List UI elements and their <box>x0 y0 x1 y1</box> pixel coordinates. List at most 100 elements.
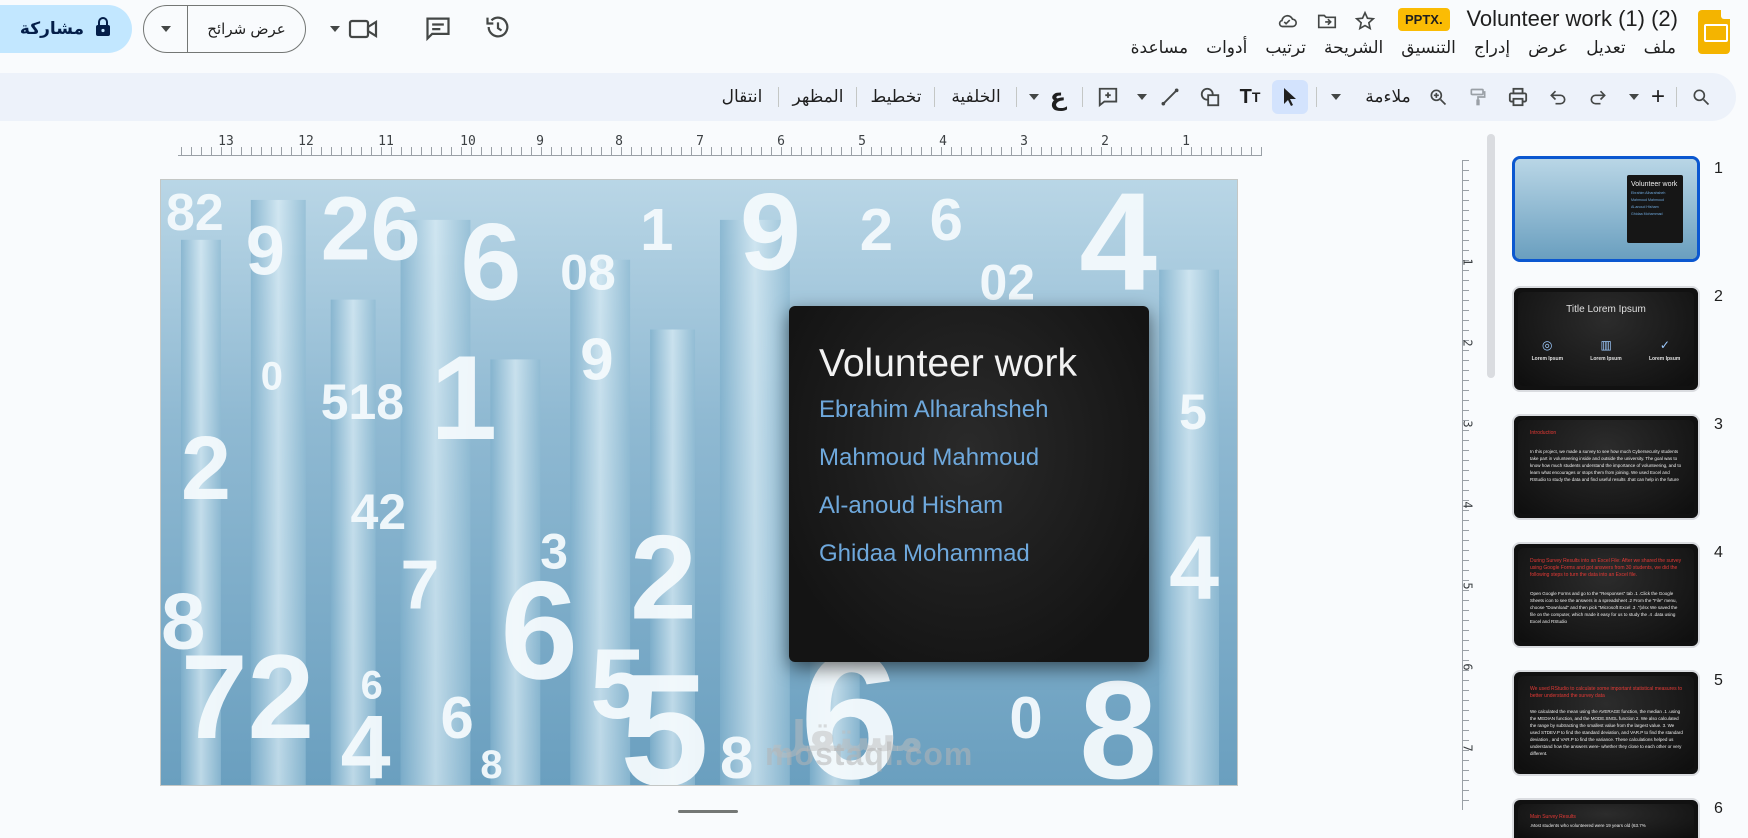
thumb-name: Ebrahim Alharahsheh <box>1631 191 1666 195</box>
menu-insert[interactable]: إدراج <box>1474 38 1510 58</box>
ruler-number: 11 <box>378 134 394 149</box>
horizontal-ruler[interactable]: 1 2 3 4 5 6 7 8 9 10 11 12 13 <box>178 134 1262 156</box>
ruler-number: 5 <box>858 134 866 149</box>
layout-button[interactable]: تخطيط <box>866 83 926 111</box>
insert-comment-icon[interactable] <box>1094 83 1122 111</box>
checkmark-icon: ✓ <box>1659 338 1670 352</box>
ruler-number: 7 <box>1460 744 1475 752</box>
slide-thumbnail-4[interactable]: During Survey Results into an Excel File… <box>1512 542 1700 648</box>
menu-file[interactable]: ملف <box>1644 38 1676 58</box>
svg-text:2: 2 <box>860 196 893 263</box>
ruler-number: 3 <box>1460 420 1475 428</box>
toolbar: + ملاءمة TT ع الخلفية تخطيط المظهر انتقا… <box>0 73 1736 121</box>
slide-number: 4 <box>1714 544 1723 561</box>
slide-name-1[interactable]: Ebrahim Alharahsheh <box>819 396 1119 424</box>
svg-text:2: 2 <box>181 419 231 519</box>
video-call-button[interactable] <box>330 12 386 46</box>
share-label: مشاركة <box>19 19 85 38</box>
svg-text:6: 6 <box>500 552 578 708</box>
input-tools-icon[interactable]: ع <box>1044 83 1072 111</box>
thumb-heading: During Survey Results into an Excel File… <box>1530 558 1682 578</box>
menu-bar: ملف تعديل عرض إدراج التنسيق الشريحة ترتي… <box>1131 38 1676 58</box>
search-menus-icon[interactable] <box>1688 83 1714 111</box>
svg-text:5: 5 <box>620 641 709 785</box>
svg-text:0: 0 <box>261 354 283 398</box>
cloud-saved-icon[interactable] <box>1274 8 1300 34</box>
slide-name-4[interactable]: Ghidaa Mohammad <box>819 540 1119 568</box>
slide-name-3[interactable]: Al-anoud Hisham <box>819 492 1119 520</box>
print-icon[interactable] <box>1504 83 1532 111</box>
current-slide[interactable]: 82 9 26 6 08 1 9 2 6 4 02 0 518 1 9 2 42… <box>160 179 1238 786</box>
filmstrip-scrollbar[interactable] <box>1487 134 1495 378</box>
slide-number: 3 <box>1714 416 1723 433</box>
thumb-title: Volunteer work <box>1631 181 1678 188</box>
new-slide-plus-icon[interactable]: + <box>1646 83 1670 111</box>
thumb-label: Lorem Ipsum <box>1648 356 1681 362</box>
line-icon[interactable] <box>1156 83 1184 111</box>
select-tool-icon[interactable] <box>1272 80 1308 114</box>
version-history-icon[interactable] <box>484 13 514 43</box>
thumb-name: Al-anoud Hisham <box>1631 205 1659 209</box>
slide-thumbnail-2[interactable]: Title Lorem Ipsum ◎ ▥ ✓ Lorem Ipsum Lore… <box>1512 286 1700 392</box>
zoom-icon[interactable] <box>1424 83 1452 111</box>
zoom-dropdown-icon[interactable] <box>1328 83 1344 111</box>
undo-icon[interactable] <box>1544 83 1572 111</box>
svg-text:8: 8 <box>480 743 502 785</box>
zoom-fit-select[interactable]: ملاءمة <box>1360 83 1416 111</box>
slideshow-button-group: عرض شرائح <box>143 5 306 53</box>
paint-format-icon[interactable] <box>1464 83 1492 111</box>
new-slide-dropdown-icon[interactable] <box>1626 83 1642 111</box>
svg-text:1: 1 <box>430 332 497 465</box>
thumb-label: Lorem Ipsum <box>1590 356 1622 362</box>
share-button[interactable]: مشاركة <box>0 5 132 53</box>
slide-thumbnail-6[interactable]: Main Survey Results .Most students who v… <box>1512 798 1700 838</box>
svg-text:42: 42 <box>351 484 407 540</box>
input-tools-dropdown-icon[interactable] <box>1026 83 1042 111</box>
slide-thumbnail-1[interactable]: Volunteer work Ebrahim Alharahsheh Mahmo… <box>1512 156 1700 262</box>
slideshow-dropdown-button[interactable] <box>144 6 188 52</box>
text-box-icon[interactable]: TT <box>1236 83 1264 111</box>
svg-text:02: 02 <box>979 255 1035 311</box>
theme-button[interactable]: المظهر <box>788 83 848 111</box>
slide-thumbnail-5[interactable]: We used RStudio to calculate some import… <box>1512 670 1700 776</box>
thumb-body: .Most students who volunteered were 19 y… <box>1530 823 1646 828</box>
video-camera-icon <box>348 19 378 39</box>
speaker-notes-resize-handle[interactable] <box>678 810 738 813</box>
svg-text:6: 6 <box>440 684 473 751</box>
background-button[interactable]: الخلفية <box>946 83 1006 111</box>
menu-tools[interactable]: أدوات <box>1206 38 1247 58</box>
line-dropdown-icon[interactable] <box>1134 83 1150 111</box>
thumb-body: In this project, we made a survey to see… <box>1530 449 1682 482</box>
shape-icon[interactable] <box>1196 83 1224 111</box>
transition-button[interactable]: انتقال <box>712 83 772 111</box>
slide-thumbnail-3[interactable]: Introduction In this project, we made a … <box>1512 414 1700 520</box>
menu-format[interactable]: التنسيق <box>1401 38 1456 58</box>
title-text-box[interactable]: Volunteer work Ebrahim Alharahsheh Mahmo… <box>789 306 1149 662</box>
slideshow-button[interactable]: عرض شرائح <box>188 20 305 38</box>
slide-title[interactable]: Volunteer work <box>819 342 1119 386</box>
slide-name-2[interactable]: Mahmoud Mahmoud <box>819 444 1119 472</box>
menu-help[interactable]: مساعدة <box>1131 38 1188 58</box>
slides-logo-icon[interactable] <box>1698 10 1730 54</box>
menu-view[interactable]: عرض <box>1528 38 1568 58</box>
redo-icon[interactable] <box>1584 83 1612 111</box>
svg-text:8: 8 <box>720 724 753 785</box>
thumb-heading: Main Survey Results <box>1530 814 1576 820</box>
document-title[interactable]: Volunteer work (1) (2) <box>1466 6 1678 32</box>
star-icon[interactable] <box>1352 8 1378 34</box>
slide-number: 5 <box>1714 672 1723 689</box>
move-folder-icon[interactable] <box>1314 8 1340 34</box>
menu-slide[interactable]: الشريحة <box>1324 38 1383 58</box>
svg-text:08: 08 <box>560 245 616 301</box>
slide-number: 2 <box>1714 288 1723 305</box>
thumb-name: Ghidaa Mohammad <box>1631 212 1663 216</box>
svg-text:2: 2 <box>630 512 697 645</box>
comments-icon[interactable] <box>424 14 454 44</box>
slide-number: 6 <box>1714 800 1723 817</box>
menu-edit[interactable]: تعديل <box>1586 38 1625 58</box>
ruler-number: 12 <box>298 134 314 149</box>
target-icon: ◎ <box>1542 338 1553 352</box>
ruler-number: 6 <box>1460 663 1475 671</box>
ruler-number: 6 <box>777 134 785 149</box>
menu-arrange[interactable]: ترتيب <box>1265 38 1306 58</box>
